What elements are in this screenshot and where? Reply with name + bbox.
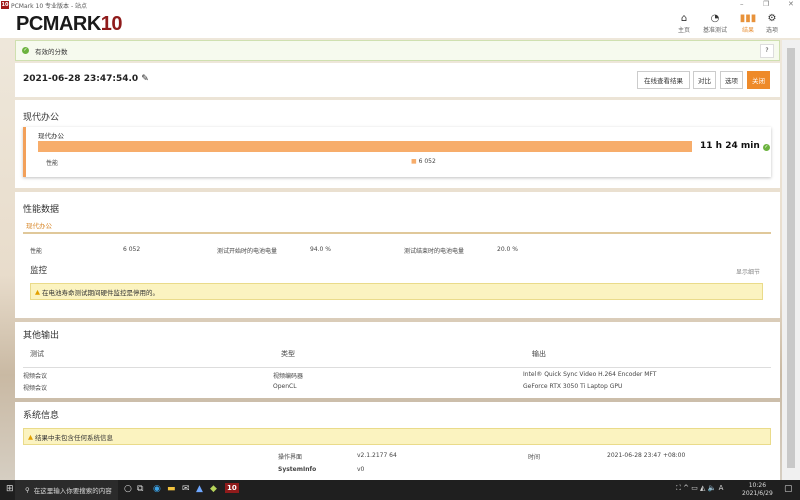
app-icon[interactable]: ◆ (210, 484, 217, 494)
taskbar: ⊞ ⚲ 在这里输入你要搜索的内容 ○ ⧉ ◉ ▬ ✉ ▲ ◆ 10 ⛶ ^ ▭ ◭… (0, 480, 800, 500)
home-icon: ⌂ (680, 13, 688, 24)
pcmark-logo: PCMARK10 (16, 13, 123, 36)
legend-swatch: ■ (411, 158, 417, 165)
monitor-title: 监控 (30, 266, 48, 276)
scrollbar[interactable] (782, 40, 800, 480)
view-online-button[interactable]: 在线查看结果 (637, 71, 690, 89)
table-cell: 视频会议 (23, 385, 48, 392)
nav-label: 主页 (677, 27, 690, 34)
time-value: 2021-06-28 23:47 +08:00 (607, 452, 686, 459)
nav-home[interactable]: ⌂ 主页 (669, 13, 699, 34)
cortana-icon[interactable]: ○ (124, 484, 132, 494)
tab-modern-office[interactable]: 现代办公 (26, 220, 52, 230)
score-bar-track (38, 141, 692, 152)
scrollbar-thumb[interactable] (787, 48, 795, 468)
check-icon: ✓ (22, 47, 29, 54)
time-label: 时间 (528, 454, 541, 461)
battery-start-value: 94.0 % (310, 246, 331, 253)
tab-underline (23, 232, 771, 234)
title-bar: 10 PCMark 10 专业版本 - 站点 – ❐ ✕ (0, 0, 800, 10)
col-header-output: 输出 (532, 350, 546, 358)
valid-score-text: 有效的分数 (35, 47, 68, 56)
options-button[interactable]: 选项 (720, 71, 743, 89)
other-output-panel (15, 322, 780, 398)
system-info-title: 系统信息 (23, 411, 60, 421)
monitor-warning: ▲ 在电池寿命测试期间硬件监控是停用的。 (30, 283, 763, 300)
show-details-link[interactable]: 显示细节 (736, 267, 760, 276)
table-cell: 视频编码器 (273, 373, 304, 380)
search-icon: ⚲ (25, 486, 30, 494)
perf-label: 性能 (46, 160, 59, 167)
nav-label: 结果 (741, 27, 754, 34)
warning-icon: ▲ (28, 432, 33, 441)
perf-data-title: 性能数据 (23, 205, 60, 215)
valid-score-banner: ✓ 有效的分数 ? (15, 40, 780, 61)
system-info-warning: ▲ 结果中未包含任何系统信息 (23, 428, 771, 445)
battery-end-label: 测试结束时的电池电量 (404, 248, 465, 255)
nav-options[interactable]: ⚙ 选项 (757, 13, 787, 34)
result-date: 2021-06-28 23:47:54.0 ✎ (23, 74, 149, 84)
table-cell: Intel® Quick Sync Video H.264 Encoder MF… (523, 371, 657, 378)
clock-time: 10:26 (748, 482, 767, 489)
logo-number: 10 (100, 13, 123, 35)
clock-date: 2021/6/29 (742, 490, 773, 497)
card-title: 现代办公 (38, 132, 64, 140)
other-output-title: 其他输出 (23, 331, 60, 341)
maximize-icon[interactable]: ❐ (763, 0, 769, 8)
warning-text: 在电池寿命测试期间硬件监控是停用的。 (42, 288, 159, 297)
systeminfo-value: v0 (357, 466, 365, 473)
systeminfo-label: SystemInfo (278, 466, 317, 473)
ui-label: 操作界面 (278, 454, 303, 461)
pcmark-taskbar-icon[interactable]: 10 (225, 483, 239, 493)
table-cell: GeForce RTX 3050 Ti Laptop GPU (523, 383, 623, 390)
summary-section-title: 现代办公 (23, 113, 60, 123)
nav-label: 基准测试 (702, 27, 727, 34)
minimize-icon[interactable]: – (740, 0, 744, 8)
notification-icon[interactable]: ▢ (784, 484, 793, 494)
score-bar-fill (38, 141, 692, 152)
window-title: PCMark 10 专业版本 - 站点 (11, 2, 88, 10)
perf-value: 6 052 (418, 158, 436, 165)
clock[interactable]: 10:26 2021/6/29 (742, 482, 773, 498)
nav-benchmarks[interactable]: ◔ 基准测试 (700, 13, 730, 34)
duration-text: 11 h 24 min (700, 141, 760, 151)
task-view-icon[interactable]: ⧉ (137, 484, 143, 494)
close-result-button[interactable]: 关闭 (747, 71, 770, 89)
logo-text: PCMARK (16, 13, 101, 35)
gear-icon: ⚙ (767, 13, 777, 24)
edit-pencil-icon[interactable]: ✎ (141, 74, 149, 84)
table-cell: 视频会议 (23, 373, 48, 380)
warning-text: 结果中未包含任何系统信息 (35, 433, 113, 442)
close-window-icon[interactable]: ✕ (788, 0, 794, 8)
tray-icons[interactable]: ⛶ ^ ▭ ◭ 🔈 A (676, 484, 723, 493)
mail-icon[interactable]: ✉ (182, 484, 190, 494)
duration: 11 h 24 min ✓ (700, 141, 770, 151)
ui-value: v2.1.2177 64 (357, 452, 397, 459)
edge-icon[interactable]: ◉ (153, 484, 161, 494)
nav-label: 选项 (765, 27, 778, 34)
search-placeholder: 在这里输入你要搜索的内容 (33, 487, 112, 495)
battery-start-label: 测试开始时的电池电量 (217, 248, 278, 255)
check-icon: ✓ (762, 144, 770, 151)
gauge-icon: ◔ (710, 13, 720, 24)
app-logo-icon: 10 (1, 1, 9, 9)
taskbar-search[interactable]: ⚲ 在这里输入你要搜索的内容 (15, 480, 118, 500)
warning-icon: ▲ (35, 287, 40, 296)
summary-card: 现代办公 11 h 24 min ✓ 性能 ■ 6 052 (23, 127, 771, 177)
perf-row-value: 6 052 (123, 246, 141, 253)
result-date-text: 2021-06-28 23:47:54.0 (23, 74, 139, 84)
table-divider (23, 367, 771, 368)
windows-start-icon[interactable]: ⊞ (6, 484, 14, 494)
compare-button[interactable]: 对比 (693, 71, 716, 89)
app-icon[interactable]: ▲ (196, 484, 203, 494)
col-header-test: 测试 (30, 350, 44, 358)
perf-legend: ■ 6 052 (411, 158, 436, 165)
col-header-type: 类型 (281, 350, 295, 358)
file-explorer-icon[interactable]: ▬ (167, 484, 176, 494)
battery-end-value: 20.0 % (497, 246, 518, 253)
perf-row-label: 性能 (30, 248, 43, 255)
help-button[interactable]: ? (760, 44, 774, 58)
table-cell: OpenCL (273, 383, 297, 390)
